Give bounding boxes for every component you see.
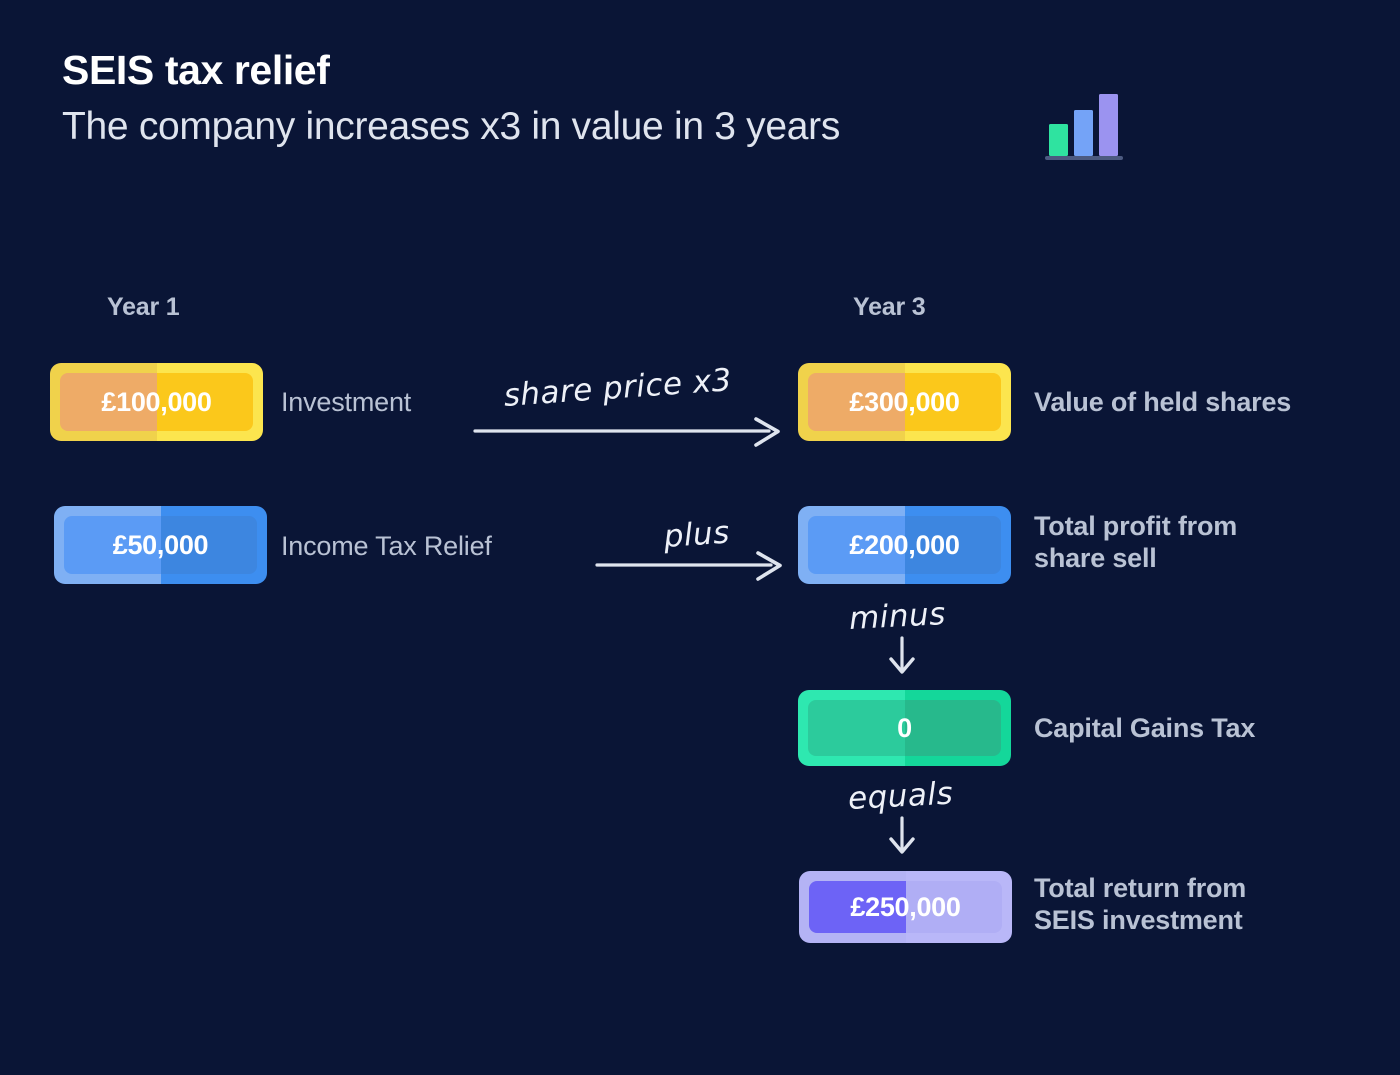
arrow-down-icon-minus	[889, 636, 915, 674]
seis-tax-relief-infographic: SEIS tax relief The company increases x3…	[0, 0, 1400, 1075]
arrow-down-icon-equals	[889, 816, 915, 854]
pill-total-return-value: £250,000	[850, 891, 961, 922]
bar-chart-icon-bar-green	[1049, 124, 1068, 156]
arrow-right-icon-plus	[595, 551, 782, 581]
label-total-return-line1: Total return from	[1034, 873, 1247, 903]
label-capital-gains-tax: Capital Gains Tax	[1034, 713, 1256, 743]
pill-value-of-held-shares[interactable]: £300,000	[798, 363, 1011, 441]
connector-label-plus: plus	[662, 514, 731, 555]
column-heading-year-3: Year 3	[853, 293, 926, 321]
pill-income-tax-relief[interactable]: £50,000	[54, 506, 267, 584]
label-income-tax-relief: Income Tax Relief	[281, 531, 492, 561]
header: SEIS tax relief The company increases x3…	[62, 47, 841, 148]
pill-value-of-held-shares-value: £300,000	[849, 386, 960, 417]
label-investment: Investment	[281, 387, 412, 417]
pill-total-profit-value: £200,000	[849, 529, 960, 560]
label-total-return: Total return from SEIS investment	[1034, 873, 1246, 936]
arrow-right-icon-share-price	[473, 417, 780, 447]
bar-chart-icon-bar-blue	[1074, 110, 1093, 156]
label-total-return-line2: SEIS investment	[1034, 904, 1243, 935]
connector-label-equals: equals	[847, 775, 955, 817]
pill-capital-gains-tax-value: 0	[897, 712, 912, 743]
page-title: SEIS tax relief	[62, 47, 330, 93]
pill-capital-gains-tax[interactable]: 0	[798, 690, 1011, 766]
label-total-profit-line2: share sell	[1034, 542, 1157, 573]
connector-label-minus: minus	[848, 595, 947, 637]
pill-total-return[interactable]: £250,000	[799, 871, 1012, 943]
label-total-profit: Total profit from share sell	[1034, 511, 1237, 574]
page-subtitle: The company increases x3 in value in 3 y…	[62, 105, 841, 148]
connector-label-share-price: share price x3	[502, 362, 733, 414]
column-heading-year-1: Year 1	[107, 293, 180, 321]
bar-chart-icon	[1045, 94, 1123, 160]
pill-income-tax-relief-value: £50,000	[112, 529, 209, 560]
bar-chart-icon-baseline	[1045, 156, 1123, 160]
bar-chart-icon-bar-purple	[1099, 94, 1118, 156]
pill-investment[interactable]: £100,000	[50, 363, 263, 441]
label-total-profit-line1: Total profit from	[1034, 511, 1238, 541]
pill-total-profit[interactable]: £200,000	[798, 506, 1011, 584]
pill-investment-value: £100,000	[101, 386, 212, 417]
label-value-of-held-shares: Value of held shares	[1034, 387, 1292, 417]
